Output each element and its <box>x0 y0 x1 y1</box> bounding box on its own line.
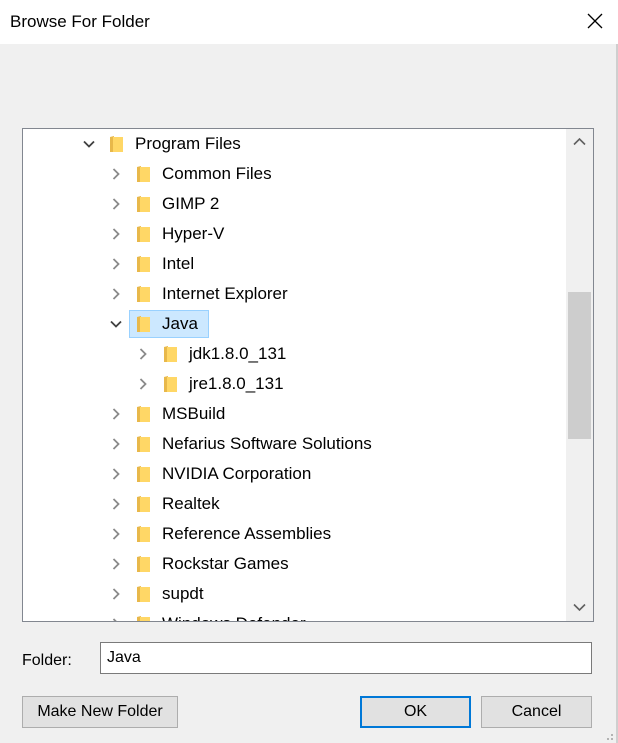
tree-item-label: Reference Assemblies <box>162 524 332 543</box>
chevron-up-icon <box>573 137 586 146</box>
chevron-right-icon[interactable] <box>109 287 123 301</box>
chevron-down-icon[interactable] <box>109 317 123 331</box>
folder-icon <box>137 226 150 242</box>
folder-icon <box>137 286 150 302</box>
tree-item-label: Nefarius Software Solutions <box>162 434 372 453</box>
folder-icon <box>137 166 150 182</box>
chevron-right-icon[interactable] <box>109 557 123 571</box>
resize-grip-icon[interactable] <box>602 729 614 741</box>
tree-item[interactable]: MSBuild <box>23 399 566 429</box>
tree-item[interactable]: Reference Assemblies <box>23 519 566 549</box>
tree-item[interactable]: GIMP 2 <box>23 189 566 219</box>
folder-icon <box>137 616 150 621</box>
tree-item[interactable]: jre1.8.0_131 <box>23 369 566 399</box>
folder-icon <box>137 316 150 332</box>
chevron-right-icon[interactable] <box>109 197 123 211</box>
window-title: Browse For Folder <box>10 12 150 31</box>
folder-icon <box>137 496 150 512</box>
tree-item[interactable]: Intel <box>23 249 566 279</box>
chevron-right-icon[interactable] <box>136 347 150 361</box>
tree-item[interactable]: NVIDIA Corporation <box>23 459 566 489</box>
scrollbar-thumb[interactable] <box>568 292 591 439</box>
tree-item[interactable]: Common Files <box>23 159 566 189</box>
tree-item-label: Common Files <box>162 164 272 183</box>
tree-item[interactable]: jdk1.8.0_131 <box>23 339 566 369</box>
folder-field-label: Folder: <box>22 652 72 669</box>
folder-icon <box>164 376 177 392</box>
chevron-right-icon[interactable] <box>109 587 123 601</box>
folder-icon <box>137 406 150 422</box>
tree-item-label: NVIDIA Corporation <box>162 464 312 483</box>
chevron-right-icon[interactable] <box>136 377 150 391</box>
tree-item[interactable]: Windows Defender <box>23 609 566 621</box>
close-button[interactable] <box>572 0 618 44</box>
chevron-right-icon[interactable] <box>109 167 123 181</box>
close-icon <box>587 13 603 29</box>
folder-icon <box>110 136 123 152</box>
title-bar: Browse For Folder <box>0 0 618 44</box>
tree-item-label: Internet Explorer <box>162 284 288 303</box>
folder-icon <box>137 556 150 572</box>
tree-rows: Program Files Common Files GIMP 2 Hyper-V In… <box>23 129 566 621</box>
tree-item-label: jdk1.8.0_131 <box>189 344 287 363</box>
chevron-right-icon[interactable] <box>109 527 123 541</box>
scroll-up-button[interactable] <box>566 129 593 155</box>
chevron-down-icon[interactable] <box>82 137 96 151</box>
tree-item-label: Java <box>162 314 198 333</box>
folder-tree[interactable]: Program Files Common Files GIMP 2 Hyper-V In… <box>22 128 594 622</box>
tree-item-label: Hyper-V <box>162 224 225 243</box>
cancel-button[interactable]: Cancel <box>481 696 592 728</box>
vertical-scrollbar[interactable] <box>566 129 593 621</box>
chevron-right-icon[interactable] <box>109 407 123 421</box>
chevron-right-icon[interactable] <box>109 617 123 621</box>
chevron-down-icon <box>573 603 586 612</box>
tree-item-label: Realtek <box>162 494 220 513</box>
folder-icon <box>137 586 150 602</box>
tree-item[interactable]: Realtek <box>23 489 566 519</box>
tree-item-label: supdt <box>162 584 204 603</box>
chevron-right-icon[interactable] <box>109 257 123 271</box>
chevron-right-icon[interactable] <box>109 467 123 481</box>
folder-icon <box>137 196 150 212</box>
tree-item-label: GIMP 2 <box>162 194 220 213</box>
tree-item[interactable]: Internet Explorer <box>23 279 566 309</box>
tree-item-label: Program Files <box>135 134 241 153</box>
tree-item[interactable]: Java <box>23 309 566 339</box>
scroll-down-button[interactable] <box>566 595 593 621</box>
folder-icon <box>164 346 177 362</box>
tree-item-label: Rockstar Games <box>162 554 289 573</box>
chevron-right-icon[interactable] <box>109 227 123 241</box>
tree-item-label: Windows Defender <box>162 614 306 621</box>
tree-item[interactable]: Rockstar Games <box>23 549 566 579</box>
tree-item[interactable]: Hyper-V <box>23 219 566 249</box>
make-new-folder-button[interactable]: Make New Folder <box>22 696 178 728</box>
folder-input[interactable] <box>100 642 592 674</box>
tree-item[interactable]: Nefarius Software Solutions <box>23 429 566 459</box>
folder-icon <box>137 526 150 542</box>
tree-item-label: Intel <box>162 254 195 273</box>
ok-button[interactable]: OK <box>360 696 471 728</box>
chevron-right-icon[interactable] <box>109 437 123 451</box>
folder-icon <box>137 466 150 482</box>
folder-icon <box>137 436 150 452</box>
tree-item[interactable]: supdt <box>23 579 566 609</box>
tree-item-label: MSBuild <box>162 404 226 423</box>
chevron-right-icon[interactable] <box>109 497 123 511</box>
tree-item-label: jre1.8.0_131 <box>189 374 284 393</box>
tree-item[interactable]: Program Files <box>23 129 566 159</box>
folder-icon <box>137 256 150 272</box>
